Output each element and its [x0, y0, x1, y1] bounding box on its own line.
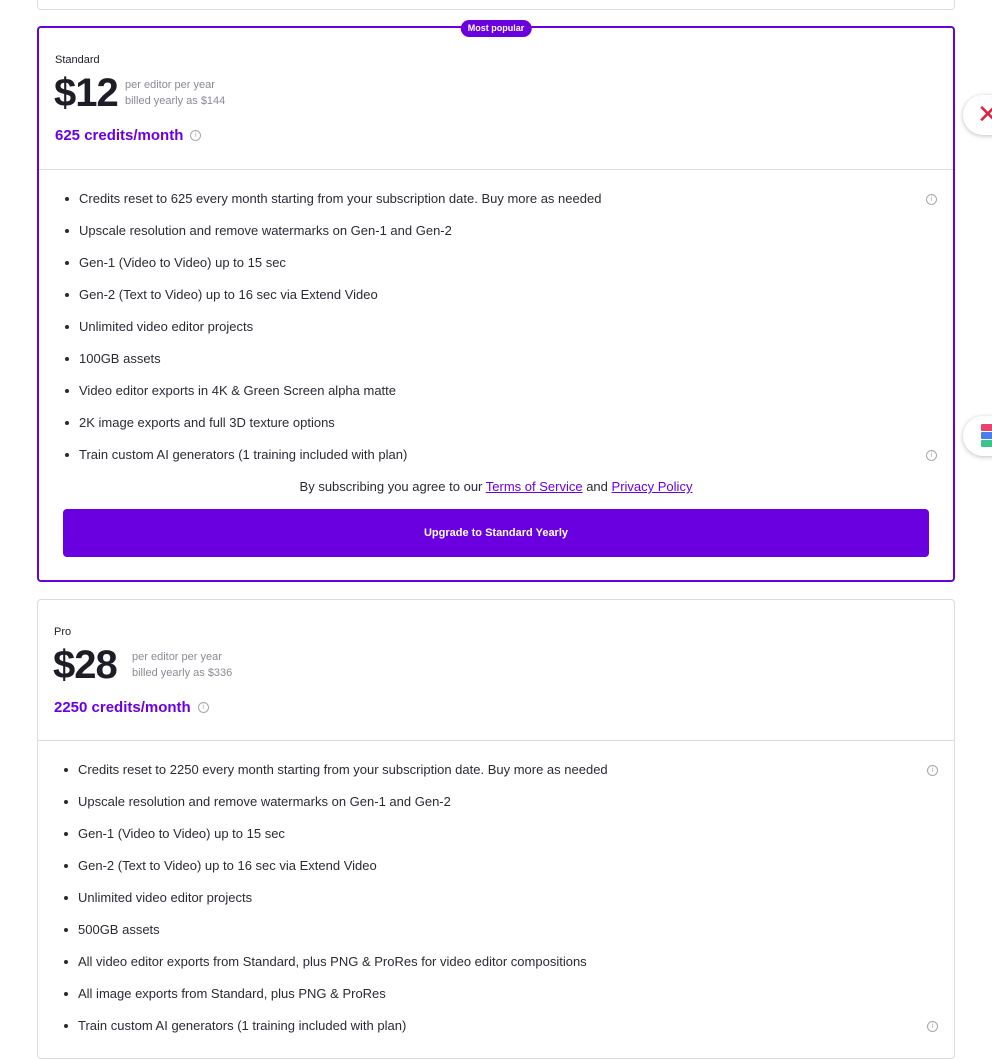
feature-text: 2K image exports and full 3D texture opt…: [79, 415, 335, 430]
feature-text: 500GB assets: [78, 922, 160, 937]
red-x-icon: ✕: [977, 99, 992, 129]
credits-per-month: 2250 credits/month i: [54, 699, 209, 716]
privacy-policy-link[interactable]: Privacy Policy: [612, 479, 693, 494]
feature-item: Unlimited video editor projects: [38, 884, 954, 916]
per-editor-label: per editor per year: [125, 79, 215, 91]
feature-text: Gen-1 (Video to Video) up to 15 sec: [79, 255, 286, 270]
feature-text: Upscale resolution and remove watermarks…: [79, 223, 452, 238]
feature-text: Train custom AI generators (1 training i…: [79, 447, 408, 462]
feature-text: Gen-1 (Video to Video) up to 15 sec: [78, 826, 285, 841]
feature-item: Train custom AI generators (1 training i…: [39, 441, 953, 473]
bullet-dot: [65, 453, 69, 457]
info-icon[interactable]: i: [190, 130, 202, 141]
bullet-dot: [65, 197, 69, 201]
standard-plan-card: Most popular Standard $12 per editor per…: [37, 20, 955, 582]
pro-plan-card: Pro $28 per editor per year billed yearl…: [37, 599, 955, 1059]
pro-plan-header: Pro $28 per editor per year billed yearl…: [38, 600, 954, 741]
bullet-dot: [65, 261, 69, 265]
feature-text: Unlimited video editor projects: [78, 890, 253, 905]
feature-text: All image exports from Standard, plus PN…: [78, 986, 386, 1001]
feature-text: Gen-2 (Text to Video) up to 16 sec via E…: [78, 858, 377, 873]
feature-item: Gen-1 (Video to Video) up to 15 sec: [38, 820, 954, 852]
feature-text: Unlimited video editor projects: [79, 319, 254, 334]
bullet-dot: [64, 768, 68, 772]
bullet-dot: [64, 864, 68, 868]
feature-item: Gen-2 (Text to Video) up to 16 sec via E…: [38, 852, 954, 884]
feature-text: 100GB assets: [79, 351, 161, 366]
feature-item: Unlimited video editor projects: [39, 313, 953, 345]
feature-item: Credits reset to 2250 every month starti…: [38, 756, 954, 788]
bullet-dot: [64, 960, 68, 964]
bullet-dot: [65, 229, 69, 233]
plan-price: $28: [53, 643, 118, 687]
credits-label: 2250 credits/month: [54, 699, 191, 716]
feature-text: Upscale resolution and remove watermarks…: [78, 794, 451, 809]
bullet-dot: [64, 832, 68, 836]
bullet-dot: [65, 325, 69, 329]
feature-text: All video editor exports from Standard, …: [78, 954, 587, 969]
feature-text: Video editor exports in 4K & Green Scree…: [79, 383, 397, 398]
standard-plan-header: Standard $12 per editor per year billed …: [39, 28, 953, 170]
terms-agreement: By subscribing you agree to our Terms of…: [39, 477, 953, 497]
credits-per-month: 625 credits/month i: [55, 127, 202, 144]
bullet-dot: [65, 421, 69, 425]
extension-close-button[interactable]: ✕: [963, 95, 992, 135]
feature-item: All image exports from Standard, plus PN…: [38, 980, 954, 1012]
feature-item: 500GB assets: [38, 916, 954, 948]
terms-of-service-link[interactable]: Terms of Service: [486, 479, 583, 494]
standard-feature-list: Credits reset to 625 every month startin…: [39, 170, 953, 473]
pro-feature-list: Credits reset to 2250 every month starti…: [38, 741, 954, 1044]
plan-name: Pro: [54, 626, 72, 638]
per-editor-label: per editor per year: [132, 651, 222, 663]
plan-name: Standard: [55, 54, 100, 66]
feature-item: Gen-2 (Text to Video) up to 16 sec via E…: [39, 281, 953, 313]
price-note: per editor per year billed yearly as $33…: [132, 649, 232, 681]
credits-label: 625 credits/month: [55, 127, 184, 144]
feature-item: Video editor exports in 4K & Green Scree…: [39, 377, 953, 409]
bullet-dot: [65, 293, 69, 297]
bullet-dot: [65, 389, 69, 393]
upgrade-standard-yearly-button[interactable]: Upgrade to Standard Yearly: [63, 509, 929, 557]
price-note: per editor per year billed yearly as $14…: [125, 77, 225, 109]
info-icon[interactable]: i: [927, 1021, 938, 1032]
info-icon[interactable]: i: [197, 702, 209, 713]
info-icon[interactable]: i: [926, 450, 937, 461]
feature-text: Credits reset to 2250 every month starti…: [78, 762, 608, 777]
info-icon[interactable]: i: [927, 765, 938, 776]
feature-item: Upscale resolution and remove watermarks…: [38, 788, 954, 820]
billed-yearly-label: billed yearly as $336: [132, 667, 233, 679]
bullet-dot: [64, 896, 68, 900]
feature-item: Credits reset to 625 every month startin…: [39, 185, 953, 217]
info-icon[interactable]: i: [926, 194, 937, 205]
feature-text: Credits reset to 625 every month startin…: [79, 191, 602, 206]
feature-text: Train custom AI generators (1 training i…: [78, 1018, 407, 1033]
colored-stack-icon: [981, 424, 992, 448]
agree-and: and: [586, 479, 608, 494]
bullet-dot: [64, 800, 68, 804]
bullet-dot: [64, 1024, 68, 1028]
feature-item: Train custom AI generators (1 training i…: [38, 1012, 954, 1044]
agree-prefix: By subscribing you agree to our: [299, 479, 483, 494]
feature-item: Gen-1 (Video to Video) up to 15 sec: [39, 249, 953, 281]
previous-plan-card: [37, 0, 955, 10]
extension-stack-button[interactable]: [963, 416, 992, 456]
feature-item: 100GB assets: [39, 345, 953, 377]
bullet-dot: [64, 928, 68, 932]
feature-item: Upscale resolution and remove watermarks…: [39, 217, 953, 249]
feature-item: All video editor exports from Standard, …: [38, 948, 954, 980]
billed-yearly-label: billed yearly as $144: [125, 95, 226, 107]
bullet-dot: [65, 357, 69, 361]
feature-item: 2K image exports and full 3D texture opt…: [39, 409, 953, 441]
feature-text: Gen-2 (Text to Video) up to 16 sec via E…: [79, 287, 378, 302]
bullet-dot: [64, 992, 68, 996]
plan-price: $12: [54, 71, 119, 115]
